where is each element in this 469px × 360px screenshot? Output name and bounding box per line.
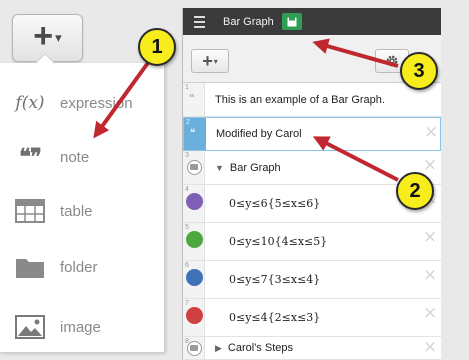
callout-1: 1 xyxy=(138,28,176,66)
delete-icon[interactable]: × xyxy=(423,337,437,357)
folder-row-collapsed[interactable]: 8 ▶ Carol's Steps × xyxy=(183,337,441,360)
delete-icon[interactable]: × xyxy=(423,155,437,175)
menu-item-label: expression xyxy=(60,94,133,112)
row-number: 4 xyxy=(185,186,189,193)
triangle-down-icon[interactable]: ▼ xyxy=(215,163,224,173)
hamburger-menu-icon[interactable] xyxy=(183,8,215,35)
expression-row-note[interactable]: 1 ❝ This is an example of a Bar Graph. xyxy=(183,83,441,117)
row-gutter: 8 xyxy=(183,337,205,359)
plus-icon: + xyxy=(33,17,54,55)
delete-icon[interactable]: × xyxy=(423,227,437,247)
delete-icon[interactable]: × xyxy=(424,122,438,142)
expression-text[interactable]: 0≤y≤4{2≤x≤3} xyxy=(229,299,320,336)
top-bar: Bar Graph xyxy=(183,8,441,35)
folder-label: Bar Graph xyxy=(229,161,281,174)
save-button[interactable] xyxy=(281,13,302,30)
row-number: 7 xyxy=(185,300,189,307)
expression-row[interactable]: 5 0≤y≤10{4≤x≤5} × xyxy=(183,223,441,261)
expression-text[interactable]: 0≤y≤7{3≤x≤4} xyxy=(229,261,320,298)
folder-icon xyxy=(0,255,60,279)
table-icon xyxy=(0,199,60,223)
plus-icon: + xyxy=(202,51,213,71)
folder-title[interactable]: ▶ Carol's Steps xyxy=(215,337,293,359)
menu-item-label: table xyxy=(60,202,93,220)
note-icon: ❝ xyxy=(190,128,196,139)
callout-2: 2 xyxy=(396,172,434,210)
row-gutter: 1 ❝ xyxy=(183,83,205,116)
row-number: 6 xyxy=(185,262,189,269)
function-icon: f(x) xyxy=(15,93,45,113)
callout-3: 3 xyxy=(400,52,438,90)
expression-row[interactable]: 7 0≤y≤4{2≤x≤3} × xyxy=(183,299,441,337)
graph-color-icon[interactable] xyxy=(186,269,203,286)
menu-item-label: note xyxy=(60,148,90,166)
expression-text[interactable]: 0≤y≤6{5≤x≤6} xyxy=(229,185,320,222)
expression-row-note-selected[interactable]: 2 ❝ Modified by Carol × xyxy=(183,117,441,151)
image-icon xyxy=(0,315,60,339)
add-item-button-small[interactable]: + ▾ xyxy=(191,49,229,73)
triangle-right-icon[interactable]: ▶ xyxy=(215,343,222,354)
menu-item-image[interactable]: image xyxy=(0,305,165,349)
graph-title[interactable]: Bar Graph xyxy=(223,16,274,28)
row-number: 1 xyxy=(185,84,189,91)
folder-title[interactable]: ▼ Bar Graph xyxy=(215,151,281,184)
row-number: 2 xyxy=(186,119,190,126)
folder-icon[interactable] xyxy=(187,341,202,356)
delete-icon[interactable]: × xyxy=(423,265,437,285)
note-text[interactable]: Modified by Carol xyxy=(216,118,302,150)
row-gutter: 6 xyxy=(183,261,205,298)
graph-color-icon[interactable] xyxy=(186,193,203,210)
expression-row[interactable]: 6 0≤y≤7{3≤x≤4} × xyxy=(183,261,441,299)
menu-item-table[interactable]: table xyxy=(0,189,165,233)
note-text[interactable]: This is an example of a Bar Graph. xyxy=(215,83,385,116)
row-gutter: 5 xyxy=(183,223,205,260)
save-icon xyxy=(287,17,297,26)
row-gutter: 2 ❝ xyxy=(184,118,206,150)
folder-icon[interactable] xyxy=(187,160,202,175)
caret-down-icon: ▾ xyxy=(55,30,62,45)
folder-label: Carol's Steps xyxy=(227,342,293,354)
delete-icon[interactable]: × xyxy=(423,303,437,323)
menu-item-label: folder xyxy=(60,258,98,276)
expression-text[interactable]: 0≤y≤10{4≤x≤5} xyxy=(229,223,327,260)
graph-color-icon[interactable] xyxy=(186,231,203,248)
row-gutter: 4 xyxy=(183,185,205,222)
menu-item-expression[interactable]: f(x) expression xyxy=(0,81,165,125)
add-item-menu: f(x) expression ❝❞ note table folder ima… xyxy=(0,63,165,353)
graph-color-icon[interactable] xyxy=(186,307,203,324)
menu-item-folder[interactable]: folder xyxy=(0,245,165,289)
row-number: 3 xyxy=(185,152,189,159)
row-gutter: 7 xyxy=(183,299,205,336)
menu-item-note[interactable]: ❝❞ note xyxy=(0,135,165,179)
menu-item-label: image xyxy=(60,318,101,336)
caret-down-icon: ▾ xyxy=(213,56,218,66)
row-gutter: 3 xyxy=(183,151,205,184)
quote-icon: ❝❞ xyxy=(19,144,42,170)
gear-icon xyxy=(386,55,398,67)
note-icon: ❝ xyxy=(189,93,195,104)
row-number: 5 xyxy=(185,224,189,231)
